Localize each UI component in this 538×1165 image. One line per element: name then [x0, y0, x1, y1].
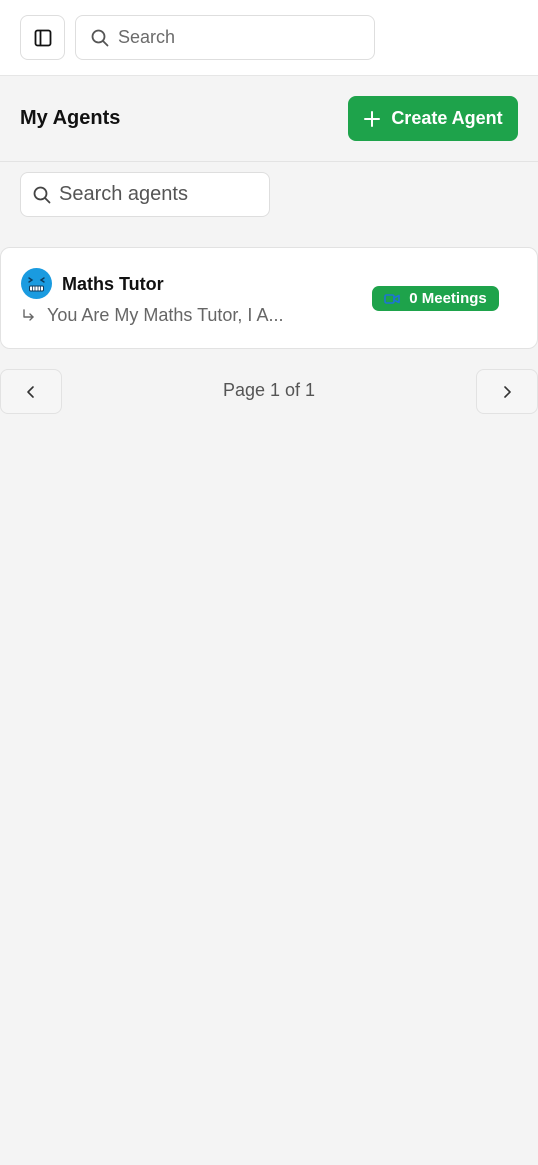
agent-name: Maths Tutor [62, 274, 164, 294]
global-search-input[interactable]: Search [75, 15, 375, 60]
chevron-right-icon [499, 384, 515, 400]
agent-instructions: You Are My Maths Tutor, I A... [21, 305, 283, 326]
agent-search-placeholder: Search agents [59, 183, 188, 205]
next-page-button[interactable] [476, 369, 538, 414]
agent-instructions-text: You Are My Maths Tutor, I A... [47, 305, 284, 325]
agent-search-input[interactable]: Search agents [20, 172, 270, 217]
top-bar: Search [0, 0, 538, 76]
meetings-badge: 0 Meetings [372, 286, 499, 311]
search-icon [90, 28, 110, 48]
agent-row[interactable]: Maths Tutor You Are My Maths Tutor, I A.… [0, 247, 538, 349]
create-agent-button[interactable]: Create Agent [348, 96, 518, 141]
create-agent-label: Create Agent [391, 108, 503, 128]
plus-icon [363, 110, 381, 128]
meetings-count: 0 Meetings [409, 290, 487, 307]
panel-left-icon [33, 28, 53, 48]
page-indicator: Page 1 of 1 [222, 380, 316, 400]
corner-down-right-icon [21, 308, 39, 324]
search-icon [32, 185, 52, 205]
page-header: My Agents Create Agent [0, 76, 538, 162]
video-icon [384, 293, 401, 305]
global-search-placeholder: Search [118, 27, 176, 47]
page-title: My Agents [20, 107, 121, 129]
agent-avatar [21, 268, 52, 299]
sidebar-toggle-button[interactable] [20, 15, 65, 60]
